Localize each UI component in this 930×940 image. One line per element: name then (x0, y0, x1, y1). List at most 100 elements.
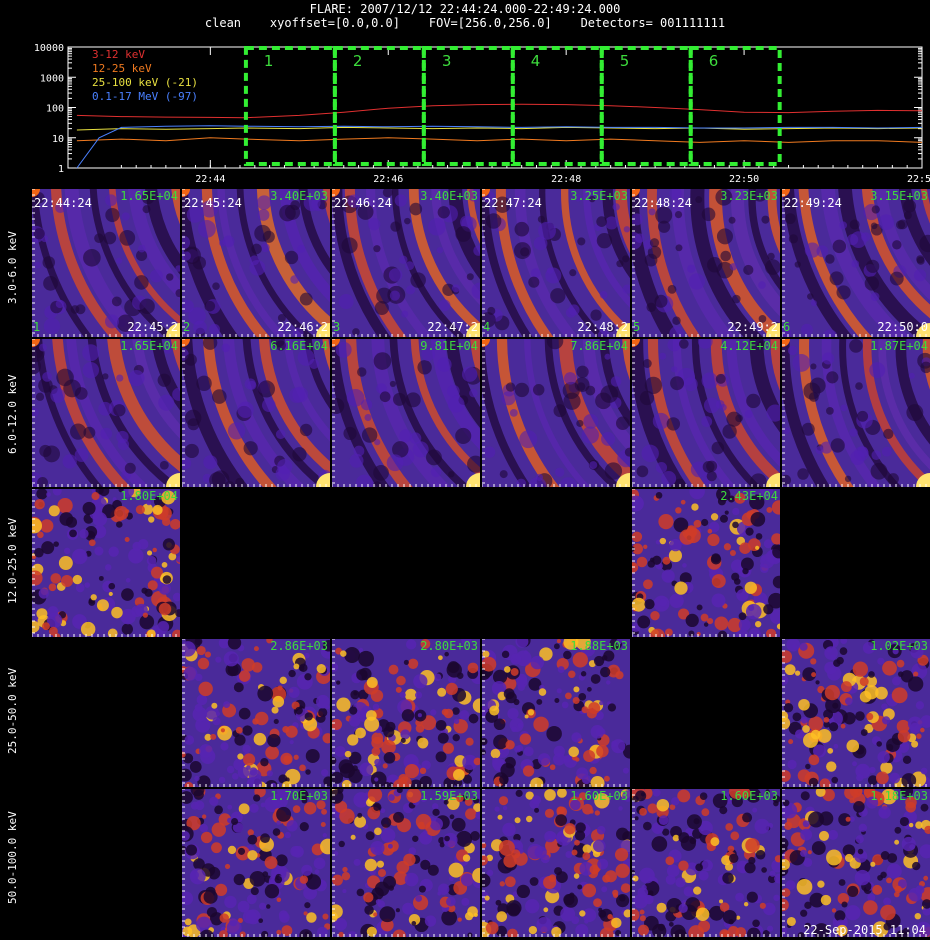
emission-blob (679, 339, 689, 349)
emission-blob (590, 674, 601, 684)
emission-blob (804, 901, 812, 910)
emission-blob (399, 255, 408, 265)
emission-blob (724, 510, 729, 515)
emission-blob (128, 548, 144, 564)
emission-blob (579, 910, 586, 917)
emission-blob (530, 268, 541, 278)
emission-blob (877, 750, 890, 764)
emission-blob (266, 904, 271, 909)
emission-blob (241, 658, 255, 672)
emission-blob (905, 801, 917, 813)
emission-blob (267, 733, 281, 748)
emission-blob (716, 228, 733, 245)
emission-blob (493, 718, 506, 731)
emission-blob (820, 894, 832, 906)
emission-blob (832, 239, 847, 254)
emission-blob (553, 404, 567, 418)
start-time-label: 22:45:24 (184, 196, 242, 210)
emission-blob (877, 657, 885, 665)
emission-blob (435, 719, 447, 731)
emission-blob (678, 860, 689, 871)
emission-blob (729, 549, 736, 556)
peak-flux-label: 7.86E+04 (570, 339, 628, 353)
image-canvas (632, 189, 780, 337)
emission-blob (612, 203, 620, 211)
emission-blob (701, 207, 716, 222)
image-canvas (332, 339, 480, 487)
x-tick-label: 22:50 (729, 174, 759, 185)
emission-blob (805, 763, 811, 770)
emission-blob (523, 746, 534, 757)
emission-blob (305, 749, 320, 763)
emission-blob (889, 271, 904, 286)
emission-blob (773, 894, 780, 902)
image-canvas (782, 789, 930, 937)
emission-blob (435, 751, 447, 763)
emission-blob (200, 831, 213, 844)
emission-blob (722, 872, 734, 884)
emission-blob (100, 427, 113, 440)
image-canvas (632, 489, 780, 637)
emission-blob (388, 268, 403, 282)
emission-blob (374, 881, 390, 897)
emission-blob (582, 852, 591, 861)
emission-blob (851, 260, 860, 268)
emission-blob (272, 695, 285, 708)
emission-blob (221, 343, 230, 353)
emission-blob (517, 722, 523, 728)
energy-band-label: 3.0-6.0 keV (6, 231, 19, 304)
emission-blob (880, 871, 887, 879)
emission-blob (415, 724, 425, 733)
emission-blob (386, 454, 404, 472)
emission-blob (376, 860, 385, 868)
emission-blob (468, 713, 479, 724)
emission-blob (447, 395, 465, 413)
emission-blob (767, 252, 775, 260)
emission-blob (161, 562, 168, 568)
emission-blob (798, 698, 810, 711)
emission-blob (288, 669, 296, 678)
emission-blob (237, 766, 250, 779)
emission-blob (695, 863, 703, 872)
y-tick-label: 100 (46, 104, 64, 115)
emission-blob (184, 918, 192, 926)
emission-blob (303, 801, 317, 815)
emission-blob (841, 901, 848, 908)
emission-blob (260, 758, 269, 767)
emission-blob (292, 447, 307, 462)
emission-blob (693, 886, 702, 895)
emission-blob (253, 732, 267, 746)
emission-blob (743, 901, 749, 907)
emission-blob (217, 725, 233, 741)
emission-blob (231, 773, 239, 780)
emission-blob (209, 796, 219, 806)
emission-blob (105, 314, 119, 329)
emission-blob (216, 711, 221, 716)
emission-blob (826, 371, 839, 384)
emission-blob (83, 426, 96, 439)
emission-blob (875, 771, 889, 785)
emission-blob (204, 300, 216, 312)
emission-blob (374, 846, 382, 854)
emission-blob (894, 826, 902, 834)
emission-blob (56, 368, 74, 387)
emission-blob (501, 650, 510, 659)
emission-blob (157, 373, 171, 387)
emission-blob (537, 753, 551, 766)
emission-blob (564, 823, 576, 835)
emission-blob (264, 856, 278, 870)
emission-blob (516, 744, 524, 752)
emission-blob (293, 754, 299, 760)
emission-blob (379, 906, 396, 923)
emission-blob (829, 271, 844, 286)
emission-blob (646, 302, 656, 313)
emission-blob (82, 501, 96, 515)
energy-band-label: 12.0-25.0 keV (6, 517, 19, 604)
emission-blob (511, 658, 518, 665)
emission-blob (492, 758, 503, 770)
emission-blob (643, 579, 653, 590)
emission-blob (249, 767, 258, 776)
emission-blob (453, 718, 460, 725)
emission-blob (275, 429, 286, 440)
emission-blob (565, 851, 573, 858)
